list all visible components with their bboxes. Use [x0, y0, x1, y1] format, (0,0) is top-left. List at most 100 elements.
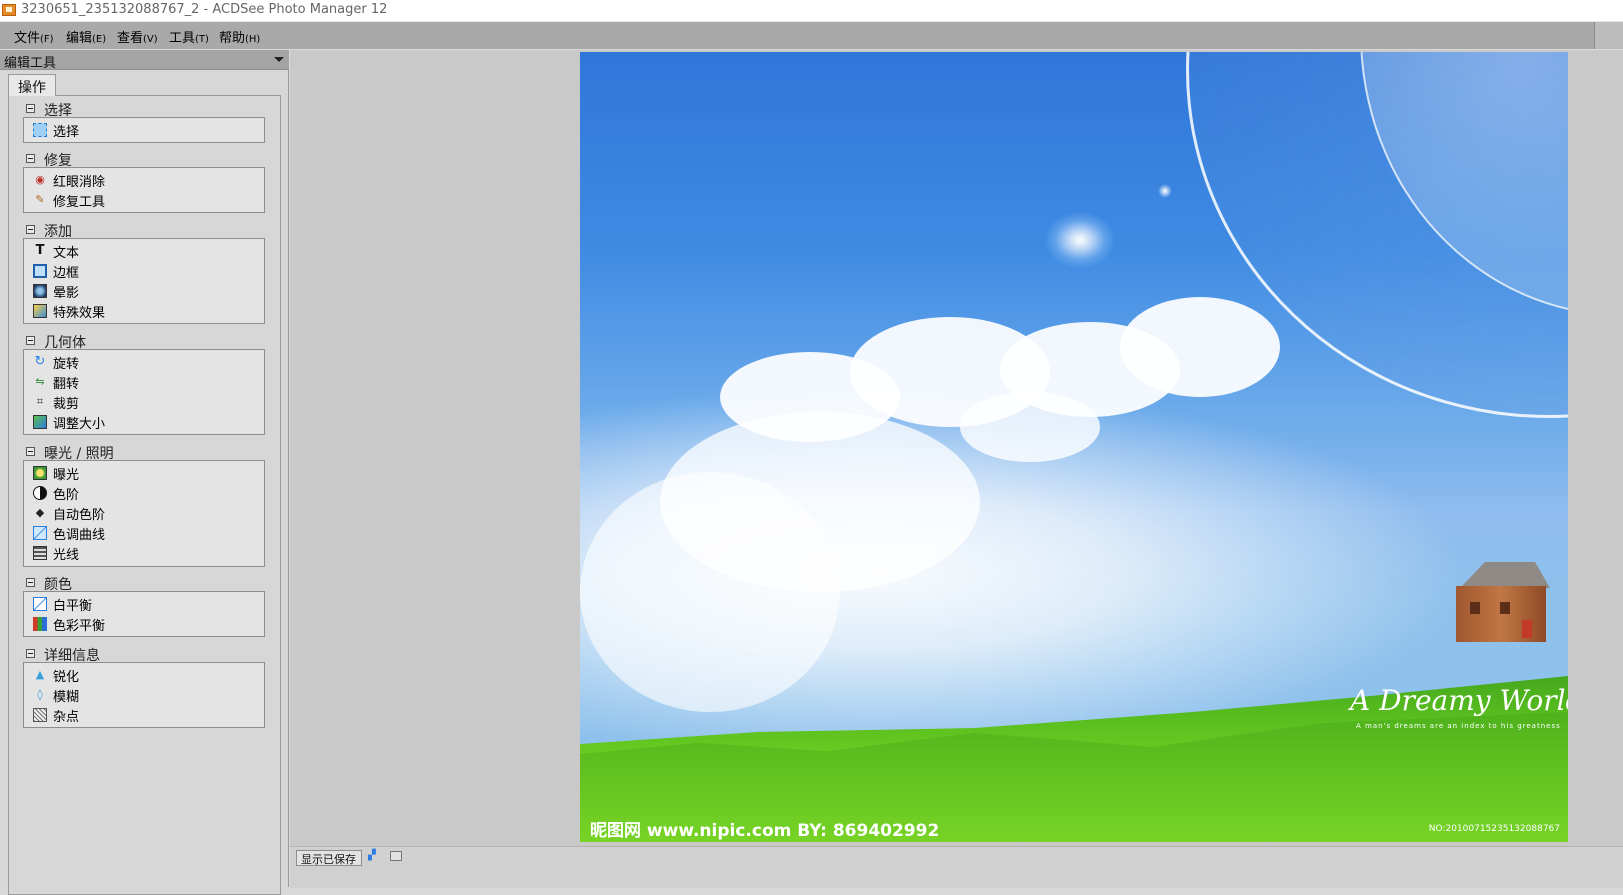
compare-icon[interactable]: ▞: [368, 851, 378, 861]
color-balance-icon: [33, 617, 47, 631]
star-graphic: [1158, 184, 1172, 198]
tool-blur[interactable]: ◊ 模糊: [32, 685, 252, 705]
section-select-box: 选择: [23, 117, 265, 143]
section-geometry-box: ↻ 旋转 ⇋ 翻转 ⌗ 裁剪 调整大小: [23, 349, 265, 435]
tool-auto-levels[interactable]: ◆ 自动色阶: [32, 503, 252, 523]
tool-text[interactable]: T 文本: [32, 241, 252, 262]
collapse-icon[interactable]: [26, 104, 35, 113]
tool-select[interactable]: 选择: [32, 120, 252, 140]
tool-crop-label: 裁剪: [53, 397, 80, 412]
crop-icon: ⌗: [36, 395, 44, 408]
tool-red-eye-label: 红眼消除: [53, 175, 106, 190]
tool-noise-label: 杂点: [53, 710, 80, 725]
noise-icon: [33, 708, 47, 722]
menu-help-label: 帮助: [219, 31, 246, 46]
white-balance-icon: [33, 597, 47, 611]
collapse-icon[interactable]: [26, 336, 35, 345]
tool-flip[interactable]: ⇋ 翻转: [32, 372, 252, 392]
section-repair-box: ◉ 红眼消除 ✎ 修复工具: [23, 167, 265, 213]
menu-bar: 文件(F) 编辑(E) 查看(V) 工具(T) 帮助(H): [0, 22, 1623, 49]
tool-tone-curve[interactable]: 色调曲线: [32, 523, 252, 543]
menu-view[interactable]: 查看(V): [117, 27, 158, 46]
tool-resize[interactable]: 调整大小: [32, 412, 252, 432]
cloud: [960, 392, 1100, 462]
tab-operations[interactable]: 操作: [8, 74, 56, 96]
collapse-icon[interactable]: [26, 154, 35, 163]
tool-blur-label: 模糊: [53, 690, 80, 705]
show-saved-label: 显示已保存: [301, 853, 356, 866]
menu-edit-accel: (E): [92, 34, 107, 45]
menu-help-accel: (H): [245, 34, 261, 45]
menu-tools-accel: (T): [195, 34, 209, 45]
flip-icon: ⇋: [35, 375, 45, 388]
tool-red-eye[interactable]: ◉ 红眼消除: [32, 170, 252, 190]
tool-repair[interactable]: ✎ 修复工具: [32, 190, 252, 210]
auto-levels-icon: ◆: [35, 506, 45, 519]
image-number: NO:20100715235132088767: [1428, 824, 1560, 834]
menu-edit[interactable]: 编辑(E): [66, 27, 106, 46]
tool-text-label: 文本: [53, 246, 80, 261]
red-eye-icon: ◉: [35, 173, 45, 186]
tool-auto-levels-label: 自动色阶: [53, 508, 106, 523]
show-saved-button[interactable]: 显示已保存: [296, 850, 362, 866]
tool-white-balance[interactable]: 白平衡: [32, 594, 252, 614]
tool-vignette[interactable]: 晕影: [32, 281, 252, 301]
image-watermark: 昵图网 www.nipic.com BY: 869402992: [590, 821, 940, 841]
tool-sharpen-label: 锐化: [53, 670, 80, 685]
section-color-box: 白平衡 色彩平衡: [23, 591, 265, 637]
collapse-icon[interactable]: [26, 578, 35, 587]
menu-help[interactable]: 帮助(H): [219, 27, 260, 46]
collapse-icon[interactable]: [26, 447, 35, 456]
tool-tone-curve-label: 色调曲线: [53, 528, 106, 543]
tool-rotate-label: 旋转: [53, 357, 80, 372]
tool-lighting-label: 光线: [53, 548, 80, 563]
tool-resize-label: 调整大小: [53, 417, 106, 432]
cloud: [580, 472, 840, 712]
tone-curve-icon: [33, 526, 47, 540]
tool-border[interactable]: 边框: [32, 261, 252, 281]
tool-exposure[interactable]: 曝光: [32, 463, 252, 483]
tool-special-effects[interactable]: 特殊效果: [32, 301, 252, 321]
menu-file-label: 文件: [14, 31, 41, 46]
pane-title: 编辑工具: [4, 56, 57, 71]
collapse-icon[interactable]: [26, 225, 35, 234]
menu-view-label: 查看: [117, 31, 144, 46]
section-add-box: T 文本 边框 晕影 特殊效果: [23, 238, 265, 324]
tool-rotate[interactable]: ↻ 旋转: [32, 352, 252, 373]
pane-header: 编辑工具: [0, 50, 289, 71]
menu-view-accel: (V): [143, 34, 158, 45]
lighting-icon: [33, 546, 47, 560]
tool-color-balance[interactable]: 色彩平衡: [32, 614, 252, 634]
image-title-text: A Dreamy World: [1350, 684, 1568, 717]
galaxy-graphic: [1045, 212, 1115, 268]
tool-crop[interactable]: ⌗ 裁剪: [32, 392, 252, 412]
tool-levels-label: 色阶: [53, 488, 80, 503]
sharpen-icon: ▲: [35, 668, 45, 681]
tool-levels[interactable]: 色阶: [32, 483, 252, 503]
pane-dropdown-icon[interactable]: [274, 57, 284, 62]
image-subtitle-text: A man's dreams are an index to his great…: [1356, 722, 1561, 730]
menubar-overflow-button[interactable]: [1594, 22, 1623, 49]
exposure-icon: [33, 466, 47, 480]
menu-file[interactable]: 文件(F): [14, 27, 54, 46]
acdsee-app-icon[interactable]: [2, 4, 16, 16]
tool-lighting[interactable]: 光线: [32, 543, 252, 563]
tab-operations-label: 操作: [18, 80, 46, 96]
tool-white-balance-label: 白平衡: [53, 599, 93, 614]
image-icon[interactable]: [390, 851, 402, 861]
cloud: [1120, 297, 1280, 397]
image-canvas[interactable]: A Dreamy World A man's dreams are an ind…: [580, 52, 1568, 842]
tool-flip-label: 翻转: [53, 377, 80, 392]
collapse-icon[interactable]: [26, 649, 35, 658]
house-graphic: [1450, 562, 1550, 642]
select-icon: [33, 123, 47, 137]
repair-tool-icon: ✎: [35, 193, 45, 206]
tool-noise[interactable]: 杂点: [32, 705, 252, 725]
border-icon: [33, 264, 47, 278]
section-detail-box: ▲ 锐化 ◊ 模糊 杂点: [23, 662, 265, 728]
blur-icon: ◊: [37, 688, 43, 701]
tool-color-balance-label: 色彩平衡: [53, 619, 106, 634]
tool-repair-label: 修复工具: [53, 195, 106, 210]
menu-tools[interactable]: 工具(T): [169, 27, 209, 46]
tool-sharpen[interactable]: ▲ 锐化: [32, 665, 252, 685]
